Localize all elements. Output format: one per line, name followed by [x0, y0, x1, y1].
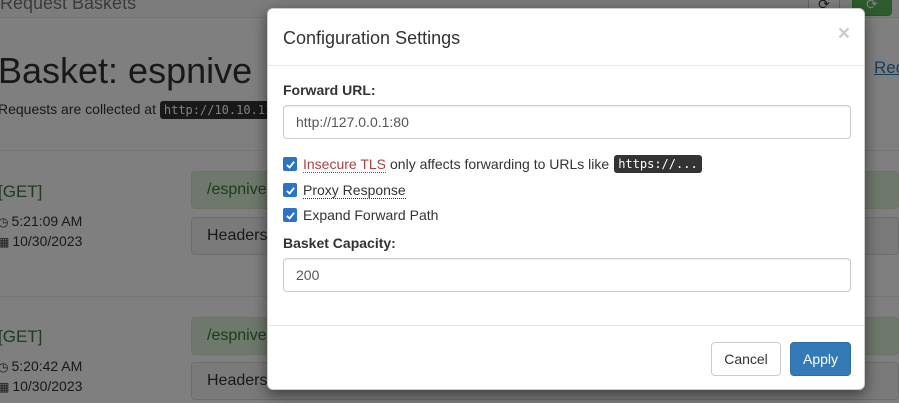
https-code: https://...: [614, 155, 702, 173]
insecure-tls-label[interactable]: Insecure TLS: [303, 156, 387, 173]
expand-forward-path-label[interactable]: Expand Forward Path: [303, 207, 438, 223]
insecure-tls-checkbox[interactable]: [283, 157, 297, 171]
insecure-tls-row: Insecure TLS only affects forwarding to …: [283, 154, 849, 174]
forward-url-label: Forward URL:: [283, 82, 376, 98]
checkmark-icon: [285, 160, 295, 169]
basket-capacity-label: Basket Capacity:: [283, 235, 396, 251]
proxy-response-label[interactable]: Proxy Response: [303, 182, 406, 199]
checkmark-icon: [285, 186, 295, 195]
close-icon[interactable]: ×: [838, 23, 850, 44]
cancel-button[interactable]: Cancel: [711, 342, 781, 376]
expand-forward-path-row: Expand Forward Path: [283, 205, 849, 225]
modal-footer: Cancel Apply: [268, 325, 864, 389]
proxy-response-checkbox[interactable]: [283, 183, 297, 197]
basket-capacity-input[interactable]: [283, 258, 851, 292]
proxy-response-row: Proxy Response: [283, 180, 849, 200]
modal-title: Configuration Settings: [283, 28, 461, 48]
forward-url-input[interactable]: [283, 105, 851, 139]
config-settings-modal: Configuration Settings × Forward URL: In…: [267, 8, 865, 390]
modal-body: Forward URL: Insecure TLS only affects f…: [268, 66, 864, 307]
insecure-tls-note: only affects forwarding to URLs like: [390, 156, 610, 172]
modal-header: Configuration Settings ×: [268, 9, 864, 66]
expand-forward-path-checkbox[interactable]: [283, 208, 297, 222]
apply-button[interactable]: Apply: [790, 342, 851, 376]
checkmark-icon: [285, 211, 295, 220]
